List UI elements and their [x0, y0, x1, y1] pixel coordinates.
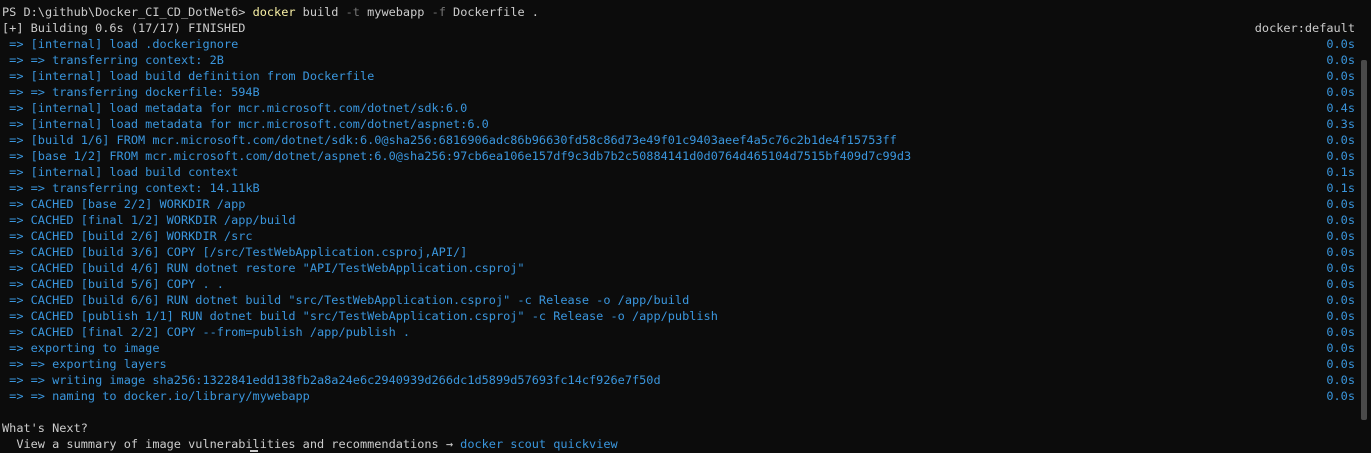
build-step-text: => CACHED [build 2/6] WORKDIR /src	[2, 229, 253, 243]
build-step-line: => => transferring context: 14.11kB 0.1s	[0, 180, 1371, 196]
build-header: [+] Building 0.6s (17/17) FINISHED docker…	[0, 20, 1371, 36]
command-arg: -f	[431, 5, 446, 19]
build-step-time: 0.1s	[1326, 181, 1355, 195]
build-steps: => [internal] load .dockerignore 0.0s => …	[0, 36, 1371, 404]
build-step-text: => [internal] load build context	[2, 165, 239, 179]
build-step-text: => [internal] load .dockerignore	[2, 37, 239, 51]
command-arg: mywebapp	[359, 5, 432, 19]
build-step-time: 0.0s	[1326, 341, 1355, 355]
build-step-line: => => exporting layers 0.0s	[0, 356, 1371, 372]
build-step-line: => => writing image sha256:1322841edd138…	[0, 372, 1371, 388]
build-step-time: 0.0s	[1326, 133, 1355, 147]
build-step-line: => CACHED [build 2/6] WORKDIR /src 0.0s	[0, 228, 1371, 244]
build-step-text: => => transferring context: 14.11kB	[2, 181, 260, 195]
build-step-text: => [base 1/2] FROM mcr.microsoft.com/dot…	[2, 149, 912, 163]
build-step-time: 0.0s	[1326, 197, 1355, 211]
build-step-text: => CACHED [final 1/2] WORKDIR /app/build	[2, 213, 296, 227]
build-step-line: => [internal] load build definition from…	[0, 68, 1371, 84]
command-name: docker	[252, 5, 296, 19]
prompt-line: PS D:\github\Docker_CI_CD_DotNet6> docke…	[0, 4, 1371, 20]
build-step-time: 0.0s	[1326, 85, 1355, 99]
build-step-time: 0.0s	[1326, 53, 1355, 67]
build-step-text: => exporting to image	[2, 341, 160, 355]
scrollbar[interactable]	[1359, 0, 1369, 453]
build-step-time: 0.0s	[1326, 229, 1355, 243]
terminal-window[interactable]: PS D:\github\Docker_CI_CD_DotNet6> docke…	[0, 0, 1371, 453]
build-step-line: => CACHED [final 1/2] WORKDIR /app/build…	[0, 212, 1371, 228]
build-step-time: 0.0s	[1326, 389, 1355, 403]
build-step-text: => => writing image sha256:1322841edd138…	[2, 373, 661, 387]
build-step-text: => CACHED [base 2/2] WORKDIR /app	[2, 197, 246, 211]
build-status: [+] Building 0.6s (17/17) FINISHED	[2, 21, 246, 35]
build-step-line: => => transferring context: 2B 0.0s	[0, 52, 1371, 68]
build-step-text: => [internal] load build definition from…	[2, 69, 375, 83]
build-step-time: 0.0s	[1326, 373, 1355, 387]
whats-next-heading: What's Next?	[2, 421, 88, 435]
build-step-time: 0.0s	[1326, 37, 1355, 51]
build-step-text: => => transferring context: 2B	[2, 53, 224, 67]
build-step-line: => [internal] load metadata for mcr.micr…	[0, 100, 1371, 116]
build-step-text: => CACHED [build 4/6] RUN dotnet restore…	[2, 261, 525, 275]
build-step-time: 0.3s	[1326, 117, 1355, 131]
build-step-time: 0.0s	[1326, 357, 1355, 371]
build-step-text: => => naming to docker.io/library/myweba…	[2, 389, 310, 403]
build-step-time: 0.0s	[1326, 69, 1355, 83]
build-step-line: => CACHED [final 2/2] COPY --from=publis…	[0, 324, 1371, 340]
command-arg: Dockerfile .	[445, 5, 539, 19]
build-step-time: 0.0s	[1326, 325, 1355, 339]
command-arg: build	[295, 5, 346, 19]
build-step-time: 0.0s	[1326, 213, 1355, 227]
build-step-line: => => naming to docker.io/library/myweba…	[0, 388, 1371, 404]
whats-next-line: View a summary of image vulnerabilities …	[0, 436, 1371, 452]
build-step-line: => [internal] load .dockerignore 0.0s	[0, 36, 1371, 52]
build-step-line: => exporting to image 0.0s	[0, 340, 1371, 356]
build-step-time: 0.0s	[1326, 277, 1355, 291]
whats-next-summary: View a summary of image vulnerabilities …	[2, 437, 461, 451]
build-step-line: => CACHED [build 6/6] RUN dotnet build "…	[0, 292, 1371, 308]
build-step-text: => => exporting layers	[2, 357, 167, 371]
build-step-line: => CACHED [build 3/6] COPY [/src/TestWeb…	[0, 244, 1371, 260]
build-step-text: => CACHED [build 3/6] COPY [/src/TestWeb…	[2, 245, 468, 259]
build-step-time: 0.0s	[1326, 293, 1355, 307]
build-step-line: => CACHED [publish 1/1] RUN dotnet build…	[0, 308, 1371, 324]
build-step-line: => [internal] load metadata for mcr.micr…	[0, 116, 1371, 132]
command-arg: -t	[345, 5, 360, 19]
build-step-time: 0.0s	[1326, 309, 1355, 323]
build-step-line: => [base 1/2] FROM mcr.microsoft.com/dot…	[0, 148, 1371, 164]
build-step-text: => CACHED [build 5/6] COPY . .	[2, 277, 224, 291]
build-step-time: 0.0s	[1326, 261, 1355, 275]
build-step-text: => CACHED [final 2/2] COPY --from=publis…	[2, 325, 411, 339]
build-step-text: => CACHED [publish 1/1] RUN dotnet build…	[2, 309, 718, 323]
build-step-time: 0.0s	[1326, 149, 1355, 163]
build-step-text: => [build 1/6] FROM mcr.microsoft.com/do…	[2, 133, 897, 147]
scrollbar-thumb[interactable]	[1361, 60, 1367, 420]
scout-command-link[interactable]: docker scout quickview	[460, 437, 618, 451]
build-step-line: => [build 1/6] FROM mcr.microsoft.com/do…	[0, 132, 1371, 148]
text-cursor	[250, 450, 258, 452]
build-step-line: => CACHED [base 2/2] WORKDIR /app 0.0s	[0, 196, 1371, 212]
prompt-path: PS D:\github\Docker_CI_CD_DotNet6>	[2, 5, 253, 19]
build-step-line: => CACHED [build 5/6] COPY . . 0.0s	[0, 276, 1371, 292]
build-step-time: 0.4s	[1326, 101, 1355, 115]
command-args: build -t mywebapp -f Dockerfile .	[296, 5, 539, 19]
build-step-time: 0.0s	[1326, 245, 1355, 259]
build-step-text: => CACHED [build 6/6] RUN dotnet build "…	[2, 293, 690, 307]
build-step-text: => => transferring dockerfile: 594B	[2, 85, 260, 99]
build-step-text: => [internal] load metadata for mcr.micr…	[2, 117, 489, 131]
build-driver: docker:default	[1254, 21, 1355, 35]
build-step-time: 0.1s	[1326, 165, 1355, 179]
build-step-text: => [internal] load metadata for mcr.micr…	[2, 101, 468, 115]
build-step-line: => CACHED [build 4/6] RUN dotnet restore…	[0, 260, 1371, 276]
build-step-line: => => transferring dockerfile: 594B 0.0s	[0, 84, 1371, 100]
build-step-line: => [internal] load build context 0.1s	[0, 164, 1371, 180]
